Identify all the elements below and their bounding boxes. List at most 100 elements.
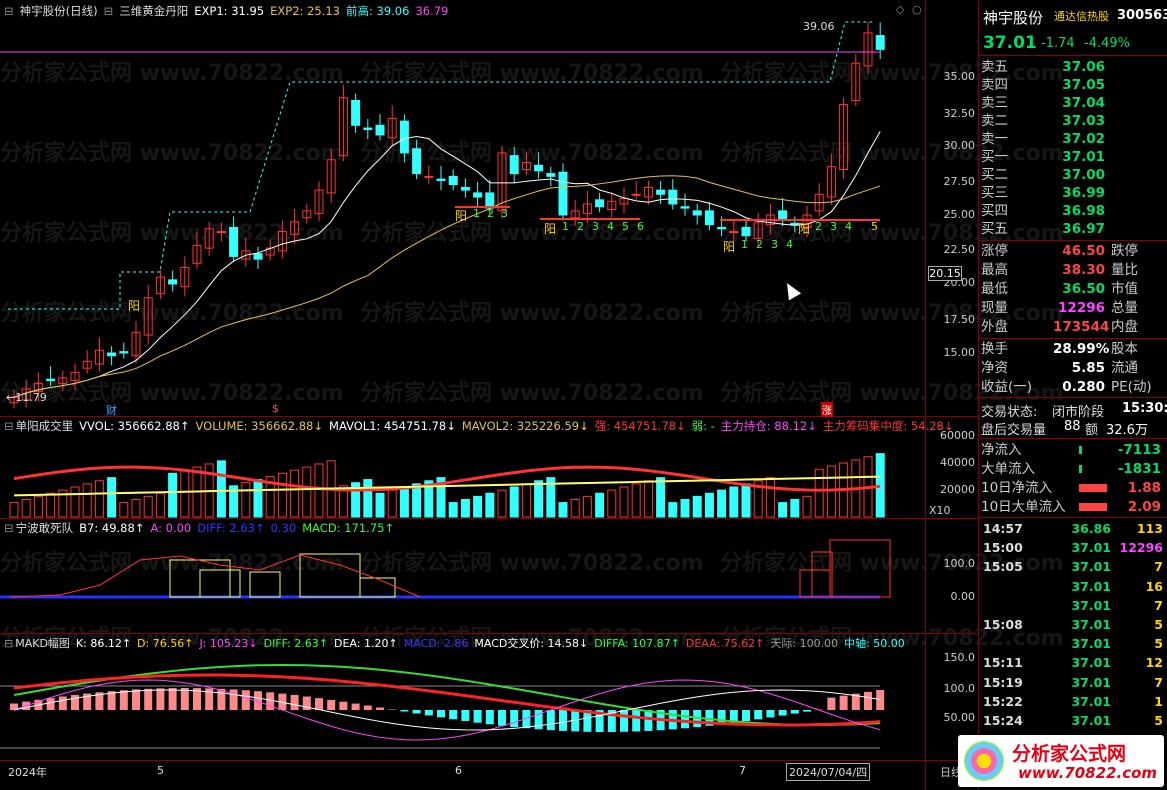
volume-bar [9,502,19,518]
volume-bar [302,466,312,518]
makd-title: MAKD幅图 [15,637,70,650]
event-zhang: 涨 [821,402,833,417]
macd-bar [376,707,384,710]
stat-row: 收益(一) 0.280 PE(动) [981,378,1165,396]
candle-body [595,199,605,208]
zhongzhou-value: 中轴: 50.00 [844,637,905,650]
macd-bar [546,710,555,731]
collapse-icon[interactable]: ⊟ [4,419,14,433]
kdj-j-line [13,679,881,741]
tick-volume: 7 [1154,597,1163,613]
candle-body [546,173,556,177]
ask-label: 卖一 [981,131,1008,147]
stock-code: 300563 [1117,8,1167,23]
macd-bar [498,710,506,726]
tick-price: 37.01 [1071,540,1111,556]
macd-value: MACD: 2.86 [403,637,469,650]
ind2-bar [811,551,833,598]
stat-row: 涨停 46.50 跌停 [981,242,1165,260]
macd-bar [339,701,348,710]
volume-bar [741,483,751,518]
ask-row[interactable]: 卖四 37.05 [981,76,1165,94]
logo-text: 分析家公式网 [1012,743,1127,765]
price-axis-label: 27.50 [943,175,976,188]
volume-bar [448,502,458,518]
volume-bar [94,480,104,518]
tick-volume: 7 [1154,559,1163,575]
price-change: -1.74 [1041,36,1075,51]
price-axis-label: 22.50 [943,243,976,256]
hot-tag[interactable]: 通达信热股 [1054,8,1109,24]
macd-bar [437,710,445,718]
tick-row: 15:05 37.01 7 [981,558,1165,576]
candle-body [460,186,470,191]
sidebar-divider [979,397,1167,398]
candle-body [704,210,714,226]
count-label: 1 [741,238,748,251]
window-icon[interactable]: ○ [912,3,922,16]
flower-icon [964,741,1004,781]
ask-row[interactable]: 卖一 37.02 [981,130,1165,148]
tick-volume: 113 [1136,521,1163,536]
bid-row[interactable]: 买五 36.97 [981,220,1165,238]
cross-price-value: MACD交叉价: 14.58↓ [474,637,589,650]
macd-bar [290,694,299,710]
macd-bar [473,710,482,723]
volume-bar [70,486,80,518]
ask-price: 37.04 [1062,95,1105,111]
after-hours-amount-label: 额 [1085,423,1099,438]
stat-row: 现量 12296 总量 [981,299,1165,317]
logo-url: www.70822.com [1018,764,1158,782]
stat-label: 换手 [981,341,1008,357]
macd-bar [766,710,775,718]
strong-value: 强: 454751.78↓ [594,419,686,433]
candle-body [729,231,739,234]
count-label: 2 [756,238,763,251]
flow-value: -7113 [1117,442,1161,458]
volume-bar [643,480,653,518]
macd-bar [388,709,397,710]
yang-label: 阳 [723,240,736,254]
d-value: D: 76.56↑ [137,637,194,650]
kline-chart[interactable] [0,0,978,790]
ask-row[interactable]: 卖二 37.03 [981,112,1165,130]
price-pct: -4.49% [1084,36,1130,51]
volume-bar [387,489,397,518]
candle-body [216,231,226,234]
volume-bar [802,495,812,518]
collapse-icon[interactable]: ⊟ [4,4,14,18]
stat-row: 净资 5.85 流通 [981,359,1165,377]
volume-bar [290,469,300,518]
ind3-axis-label: 50.00 [943,711,976,724]
macd-bar [180,688,189,710]
candle-body [119,351,129,354]
settings-icon[interactable]: ◇ [896,3,904,16]
candle-body [412,148,422,175]
flow-label: 10日大单流入 [981,499,1066,515]
ind2-bar [199,569,241,598]
collapse-icon[interactable]: ⊟ [4,521,14,535]
price-axis-label: 25.00 [943,208,976,221]
flow-row: 10日大单流入 2.09 [981,498,1165,516]
volume-bar [375,492,385,518]
ask-row[interactable]: 卖三 37.04 [981,94,1165,112]
candle-body [351,99,361,126]
candle-body [168,279,178,285]
bid-row[interactable]: 买二 37.00 [981,166,1165,184]
count-label: 2 [815,220,822,233]
bid-row[interactable]: 买三 36.99 [981,184,1165,202]
volume-bar [21,498,31,518]
prev-high-value: 前高: 39.06 [345,4,410,18]
collapse-icon[interactable]: ⊟ [4,637,13,650]
bid-row[interactable]: 买四 36.98 [981,202,1165,220]
collapse-icon[interactable]: ⊟ [104,4,114,18]
bid-row[interactable]: 买一 37.01 [981,148,1165,166]
ind2-bar [249,571,281,598]
ask-row[interactable]: 卖五 37.06 [981,58,1165,76]
volume-bar [412,483,422,518]
prev-high-value2: 36.79 [415,4,449,18]
volume-bar [241,482,251,518]
volume-bar [33,495,43,518]
count-label: 4 [607,220,614,233]
macd-bar [168,688,177,710]
